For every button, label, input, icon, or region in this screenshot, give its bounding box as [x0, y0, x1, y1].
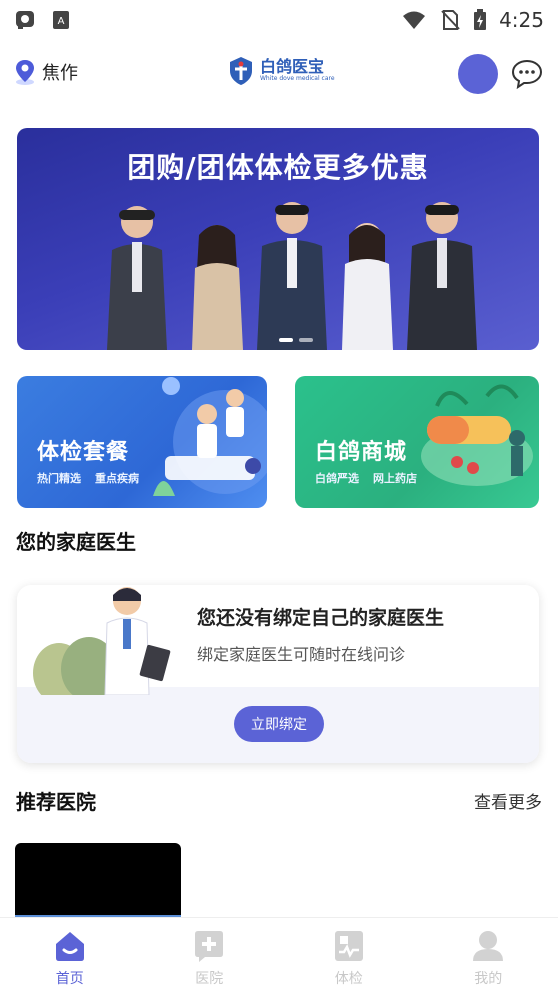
- business-people-illustration: [107, 202, 477, 350]
- mall-card[interactable]: 白鸽商城 白鸽严选 网上药店: [295, 376, 539, 508]
- tab-label: 体检: [334, 971, 363, 987]
- brand-name: 白鸽医宝: [260, 57, 325, 76]
- bottom-tab-bar: 首页 医院 体检 我的: [0, 917, 558, 992]
- mall-tag: 网上药店: [373, 472, 417, 485]
- avatar[interactable]: [458, 54, 498, 94]
- medical-team-illustration: [153, 377, 267, 496]
- top-header: 焦作 白鸽医宝 White dove medical care: [0, 50, 558, 100]
- message-icon[interactable]: [510, 58, 544, 90]
- doctor-card-description: 绑定家庭医生可随时在线问诊: [197, 645, 406, 664]
- family-doctor-section-title: 您的家庭医生: [16, 530, 136, 554]
- tab-label: 医院: [195, 971, 224, 987]
- exam-tag: 热门精选: [37, 472, 81, 485]
- wifi-icon: [403, 11, 426, 29]
- tab-label: 我的: [474, 971, 503, 987]
- brand-subtitle: White dove medical care: [260, 75, 335, 82]
- family-doctor-card: 您还没有绑定自己的家庭医生 绑定家庭医生可随时在线问诊 立即绑定: [17, 585, 539, 763]
- location-label: 焦作: [42, 63, 78, 84]
- location-selector[interactable]: 焦作: [14, 58, 78, 86]
- hospitals-section-title: 推荐医院: [16, 790, 96, 814]
- hospital-card-image[interactable]: [15, 843, 181, 923]
- pharmacy-illustration: [421, 384, 533, 486]
- tab-hospital[interactable]: 医院: [140, 918, 280, 992]
- tab-checkup[interactable]: 体检: [279, 918, 419, 992]
- tab-profile[interactable]: 我的: [419, 918, 558, 992]
- tab-label: 首页: [55, 971, 84, 987]
- mall-tag: 白鸽严选: [315, 472, 359, 485]
- exam-package-card[interactable]: 体检套餐 热门精选 重点疾病: [17, 376, 267, 508]
- pagination-dot[interactable]: [299, 338, 313, 342]
- pagination-dot[interactable]: [279, 338, 293, 342]
- svg-text:A: A: [58, 16, 65, 27]
- notification-icon: [16, 11, 34, 29]
- bind-doctor-button[interactable]: 立即绑定: [234, 706, 324, 742]
- status-bar: A 4:25: [0, 0, 558, 40]
- tab-home[interactable]: 首页: [0, 918, 140, 992]
- banner-pagination: [279, 338, 313, 342]
- exam-tag: 重点疾病: [95, 472, 139, 485]
- hospital-icon: [195, 931, 224, 962]
- clock: 4:25: [499, 8, 544, 32]
- promo-banner[interactable]: 团购/团体体检更多优惠: [17, 128, 539, 350]
- exam-card-title: 体检套餐: [37, 440, 130, 465]
- no-sim-icon: [441, 10, 460, 30]
- doctor-card-headline: 您还没有绑定自己的家庭医生: [197, 607, 445, 629]
- shield-logo-icon: [230, 57, 252, 85]
- checkup-icon: [334, 931, 363, 961]
- battery-icon: [474, 9, 487, 30]
- location-pin-icon: [16, 60, 34, 85]
- view-more-link[interactable]: 查看更多: [474, 788, 542, 813]
- profile-icon: [473, 931, 504, 961]
- mall-card-title: 白鸽商城: [315, 440, 408, 465]
- home-icon: [55, 932, 84, 961]
- brand-logo: 白鸽医宝 White dove medical care: [228, 56, 335, 86]
- exam-card-tags: 热门精选 重点疾病: [37, 470, 139, 486]
- accessibility-icon: A: [53, 11, 69, 29]
- mall-card-tags: 白鸽严选 网上药店: [315, 470, 417, 486]
- doctor-illustration: [33, 587, 171, 695]
